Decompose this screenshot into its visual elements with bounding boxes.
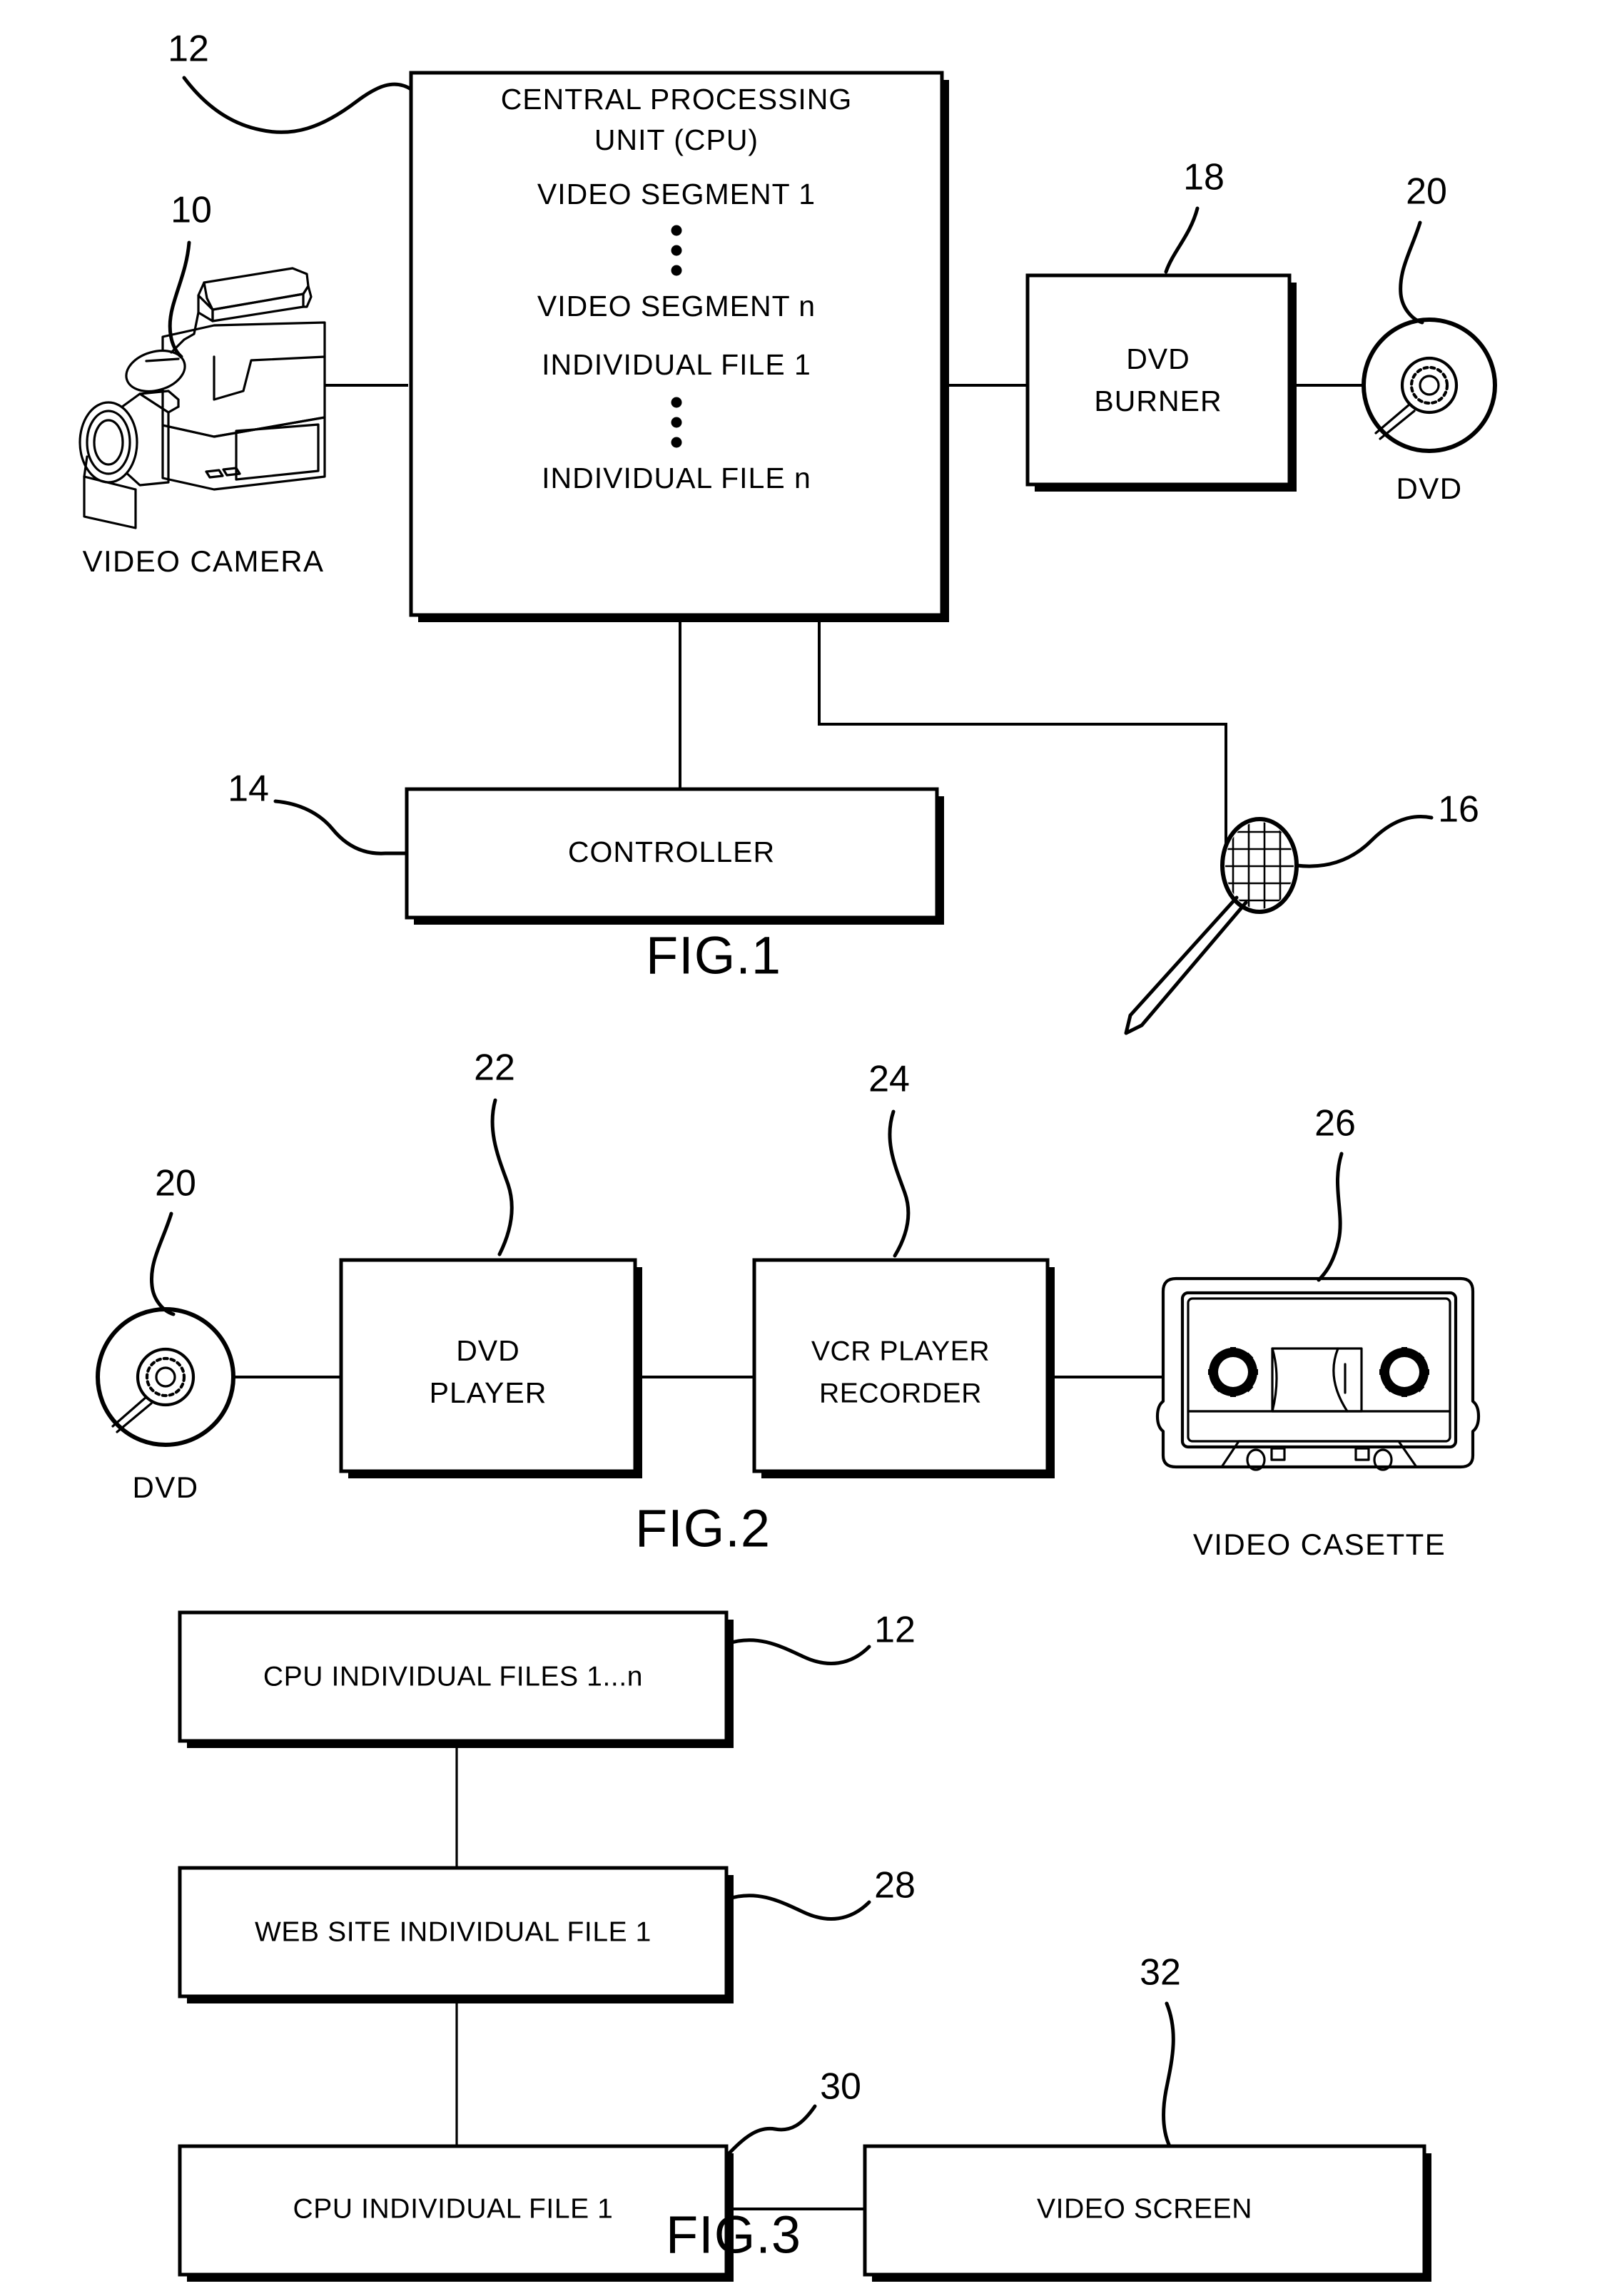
dvd-burner-label-line-1: DVD xyxy=(1126,342,1190,375)
microphone-illustration xyxy=(1124,817,1299,1035)
dvd-caption-fig1: DVD xyxy=(1396,472,1463,505)
fig3-web-site-label: WEB SITE INDIVIDUAL FILE 1 xyxy=(255,1916,652,1947)
vcr-label-line-2: RECORDER xyxy=(819,1378,982,1408)
figure-2-group: 20 DVD DVD PLAYER 22 VCR PLAYER RECORDER… xyxy=(96,1047,1481,1561)
ref-number-32: 32 xyxy=(1140,1952,1181,1993)
cpu-ellipsis-2 xyxy=(671,397,682,448)
ref-number-26: 26 xyxy=(1314,1103,1356,1144)
ref-number-12-fig3: 12 xyxy=(874,1610,916,1651)
video-camera-illustration xyxy=(78,267,326,529)
fig3-cpu-file1-label: CPU INDIVIDUAL FILE 1 xyxy=(293,2193,614,2224)
lead-line-ref-16 xyxy=(1294,815,1434,868)
cpu-item-video-segment-1: VIDEO SEGMENT 1 xyxy=(537,178,816,210)
cpu-title-line-1: CENTRAL PROCESSING xyxy=(501,83,853,116)
ref-number-14: 14 xyxy=(228,768,269,810)
lead-line-ref-26 xyxy=(1317,1152,1344,1282)
fig3-video-screen-label: VIDEO SCREEN xyxy=(1037,2193,1252,2224)
ref-number-16: 16 xyxy=(1438,789,1479,830)
ref-number-20-fig2: 20 xyxy=(155,1163,196,1204)
vcr-label-line-1: VCR PLAYER xyxy=(811,1336,990,1366)
lead-line-ref-12 xyxy=(182,76,413,134)
cpu-item-individual-file-n: INDIVIDUAL FILE n xyxy=(542,462,811,494)
controller-label: CONTROLLER xyxy=(568,835,775,868)
cpu-ellipsis-1 xyxy=(671,225,682,276)
cpu-item-video-segment-n: VIDEO SEGMENT n xyxy=(537,290,816,322)
dvd-player-label-line-1: DVD xyxy=(456,1334,520,1367)
cpu-item-individual-file-1: INDIVIDUAL FILE 1 xyxy=(542,348,811,381)
patent-drawing-sheet: CENTRAL PROCESSING UNIT (CPU) VIDEO SEGM… xyxy=(0,0,1597,2296)
lead-line-ref-20-fig1 xyxy=(1399,220,1424,325)
figure-2-caption: FIG.2 xyxy=(635,1499,771,1558)
ref-number-12: 12 xyxy=(168,29,209,70)
ref-number-30: 30 xyxy=(820,2066,861,2108)
lead-line-ref-18 xyxy=(1164,206,1200,274)
figure-1-caption: FIG.1 xyxy=(646,926,781,985)
figure-3-caption: FIG.3 xyxy=(666,2205,801,2265)
figure-1-group: CENTRAL PROCESSING UNIT (CPU) VIDEO SEGM… xyxy=(78,29,1497,1035)
ref-number-10: 10 xyxy=(171,190,212,231)
lead-line-ref-30 xyxy=(724,2104,817,2158)
lead-line-ref-24 xyxy=(888,1109,911,1258)
lead-line-ref-22 xyxy=(490,1098,514,1256)
dvd-burner-box xyxy=(1025,273,1292,487)
ref-number-28: 28 xyxy=(874,1865,916,1906)
lead-line-ref-12-fig3 xyxy=(724,1638,871,1665)
dvd-burner-label-line-2: BURNER xyxy=(1094,385,1222,417)
drawing-canvas: CENTRAL PROCESSING UNIT (CPU) VIDEO SEGM… xyxy=(78,29,1497,2282)
ref-number-24: 24 xyxy=(868,1059,910,1100)
dvd-player-label-line-2: PLAYER xyxy=(430,1376,547,1409)
video-cassette-illustration xyxy=(1155,1276,1481,1471)
ref-number-20-fig1: 20 xyxy=(1406,171,1447,213)
dvd-caption-fig2: DVD xyxy=(133,1470,199,1504)
ref-number-22: 22 xyxy=(474,1047,515,1089)
cpu-title-line-2: UNIT (CPU) xyxy=(594,123,759,156)
lead-line-ref-20-fig2 xyxy=(149,1212,176,1316)
ref-number-18: 18 xyxy=(1183,157,1225,198)
lead-line-ref-14 xyxy=(273,799,409,855)
dvd-disc-figure-1 xyxy=(1362,318,1497,453)
video-cassette-caption: VIDEO CASETTE xyxy=(1193,1528,1446,1561)
video-camera-caption: VIDEO CAMERA xyxy=(83,544,325,578)
lead-line-ref-32 xyxy=(1162,2001,1175,2148)
figure-3-group: CPU INDIVIDUAL FILES 1...n 12 WEB SITE I… xyxy=(178,1610,1431,2282)
lead-line-ref-28 xyxy=(724,1894,871,1921)
dvd-disc-figure-2 xyxy=(96,1307,235,1447)
fig3-cpu-files-label: CPU INDIVIDUAL FILES 1...n xyxy=(263,1661,643,1692)
